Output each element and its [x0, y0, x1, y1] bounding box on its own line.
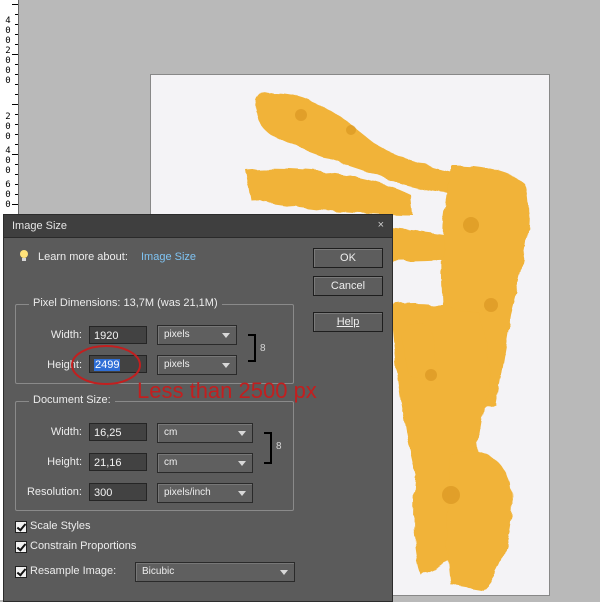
- pixel-width-unit-select[interactable]: pixels: [157, 325, 237, 345]
- doc-width-input[interactable]: 16,25: [89, 423, 147, 441]
- ruler-tick: [12, 4, 18, 5]
- dialog-titlebar[interactable]: Image Size ×: [4, 215, 392, 238]
- doc-width-unit-select[interactable]: cm: [157, 423, 253, 443]
- chain-link-icon: 8: [276, 441, 282, 452]
- help-button[interactable]: Help: [313, 312, 383, 332]
- ruler-tick: [15, 64, 18, 65]
- pixel-dimensions-legend: Pixel Dimensions: 13,7M (was 21,1M): [29, 297, 222, 309]
- chevron-down-icon: [238, 461, 246, 466]
- scale-styles-label[interactable]: Scale Styles: [30, 520, 91, 532]
- resample-image-checkbox[interactable]: [15, 566, 27, 578]
- ruler-tick: [15, 14, 18, 15]
- cancel-button[interactable]: Cancel: [313, 276, 383, 296]
- resolution-unit-value: pixels/inch: [164, 487, 211, 498]
- learn-more-link[interactable]: Image Size: [141, 251, 196, 263]
- annotation-text: Less than 2500 px: [137, 378, 317, 403]
- highlight-ellipse: [71, 345, 141, 385]
- chevron-down-icon: [222, 363, 230, 368]
- link-bracket: [264, 432, 272, 464]
- chevron-down-icon: [280, 570, 288, 575]
- ruler-tick: [15, 124, 18, 125]
- ruler-tick: [15, 184, 18, 185]
- close-icon[interactable]: ×: [378, 219, 384, 231]
- ruler-digit: 0: [5, 26, 11, 36]
- ruler-digit: 0: [5, 156, 11, 166]
- document-size-legend: Document Size:: [29, 394, 115, 406]
- doc-width-unit-value: cm: [164, 427, 178, 438]
- resolution-input[interactable]: 300: [89, 483, 147, 501]
- image-size-dialog: Image Size × Learn more about: Image Siz…: [3, 214, 393, 602]
- ruler-digit: 0: [5, 190, 11, 200]
- ruler-tick: [15, 74, 18, 75]
- constrain-proportions-label[interactable]: Constrain Proportions: [30, 540, 136, 552]
- chain-link-icon: 8: [260, 343, 266, 354]
- scale-styles-checkbox[interactable]: [15, 521, 27, 533]
- ruler-digit: 0: [5, 36, 11, 46]
- pixel-width-input[interactable]: 1920: [89, 326, 147, 344]
- ruler-tick: [12, 54, 18, 55]
- ruler-tick: [15, 174, 18, 175]
- ruler-tick: [15, 144, 18, 145]
- ruler-tick: [15, 44, 18, 45]
- ruler-tick: [12, 104, 18, 105]
- lightbulb-icon: [18, 249, 30, 266]
- ruler-digit: 4: [5, 16, 11, 26]
- ruler-digit: 0: [5, 166, 11, 176]
- ruler-tick: [15, 114, 18, 115]
- ruler-tick: [15, 34, 18, 35]
- resample-image-label[interactable]: Resample Image:: [30, 565, 116, 577]
- pixel-height-unit-select[interactable]: pixels: [157, 355, 237, 375]
- resample-method-select[interactable]: Bicubic: [135, 562, 295, 582]
- ruler-tick: [15, 164, 18, 165]
- resolution-unit-select[interactable]: pixels/inch: [157, 483, 253, 503]
- ruler-tick: [15, 24, 18, 25]
- ruler-digit: 0: [5, 122, 11, 132]
- chevron-down-icon: [238, 431, 246, 436]
- doc-height-label: Height:: [47, 456, 82, 468]
- pixel-width-label: Width:: [50, 329, 82, 341]
- dialog-title: Image Size: [12, 220, 68, 232]
- ruler-digit: 0: [5, 76, 11, 86]
- chevron-down-icon: [222, 333, 230, 338]
- ok-button[interactable]: OK: [313, 248, 383, 268]
- ruler-digit: 4: [5, 146, 11, 156]
- link-bracket: [248, 334, 256, 362]
- ruler-digit: 0: [5, 56, 11, 66]
- ruler-digit: 2: [5, 112, 11, 122]
- learn-more-label: Learn more about:: [38, 251, 128, 263]
- constrain-proportions-checkbox[interactable]: [15, 541, 27, 553]
- pixel-height-unit-value: pixels: [164, 359, 190, 370]
- ruler-tick: [15, 134, 18, 135]
- ruler-tick: [15, 94, 18, 95]
- resample-method-value: Bicubic: [142, 566, 175, 577]
- doc-height-input[interactable]: 21,16: [89, 453, 147, 471]
- doc-width-label: Width:: [50, 426, 82, 438]
- doc-height-unit-select[interactable]: cm: [157, 453, 253, 473]
- ruler-tick: [12, 204, 18, 205]
- doc-height-unit-value: cm: [164, 457, 178, 468]
- ruler-tick: [15, 194, 18, 195]
- ruler-tick: [12, 154, 18, 155]
- pixel-width-unit-value: pixels: [164, 329, 190, 340]
- ruler-digit: 2: [5, 46, 11, 56]
- ruler-tick: [15, 84, 18, 85]
- resolution-label: Resolution:: [26, 486, 82, 498]
- ruler-digit: 6: [5, 180, 11, 190]
- ruler-digit: 0: [5, 66, 11, 76]
- ruler-digit: 0: [5, 200, 11, 210]
- ruler-digit: 0: [5, 132, 11, 142]
- chevron-down-icon: [238, 491, 246, 496]
